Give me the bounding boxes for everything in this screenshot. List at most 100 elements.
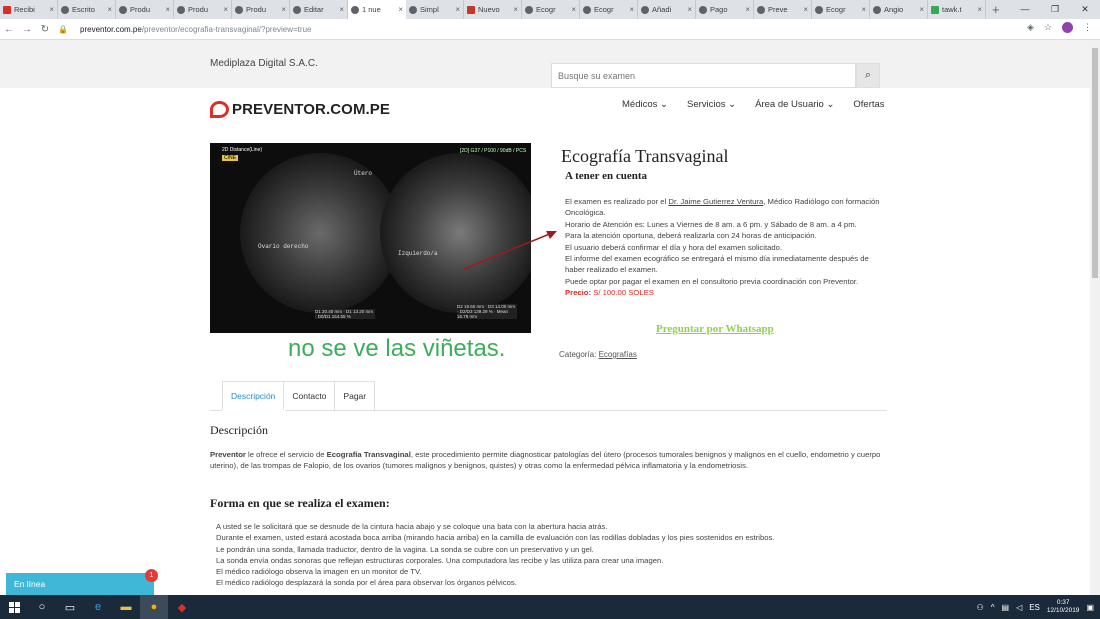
chevron-down-icon: ⌄ [826, 99, 835, 110]
nav-ofertas[interactable]: Ofertas [853, 99, 884, 110]
close-tab-icon[interactable]: × [339, 5, 344, 14]
wordpress-icon [583, 5, 591, 14]
search-input[interactable] [551, 63, 856, 88]
people-icon[interactable]: ⚇ [977, 603, 984, 612]
price-line: Precio: S/ 100.00 SOLES [565, 288, 654, 298]
close-tab-icon[interactable]: × [398, 5, 403, 14]
search-taskbar-icon[interactable]: ○ [28, 595, 56, 619]
tray-chevron-icon[interactable]: ^ [991, 603, 995, 612]
browser-tab[interactable]: Simpl × [406, 0, 464, 19]
reload-icon[interactable]: ↻ [36, 24, 54, 35]
search-icon: ⌕ [864, 69, 872, 81]
browser-tab[interactable]: Nuevo × [464, 0, 522, 19]
nav-medicos[interactable]: Médicos ⌄ [622, 99, 668, 110]
close-tab-icon[interactable]: × [571, 5, 576, 14]
close-tab-icon[interactable]: × [861, 5, 866, 14]
category-line: Categoría: Ecografías [559, 350, 637, 359]
notifications-icon[interactable]: ▣ [1086, 603, 1094, 612]
minimize-icon[interactable]: — [1010, 0, 1040, 19]
bookmark-star-icon[interactable]: ☆ [1044, 22, 1052, 33]
close-tab-icon[interactable]: × [107, 5, 112, 14]
chat-badge: 1 [145, 569, 158, 582]
list-item: El médico radiólogo desplazará la sonda … [216, 578, 517, 588]
browser-tab[interactable]: Produ × [116, 0, 174, 19]
doctor-link[interactable]: Dr. Jaime Gutierrez Ventura [668, 197, 763, 206]
profile-avatar[interactable] [1062, 22, 1073, 33]
start-button[interactable] [0, 595, 28, 619]
url-field[interactable]: preventor.com.pe/preventor/ecografia-tra… [80, 25, 311, 34]
task-view-icon[interactable]: ▭ [56, 595, 84, 619]
browser-tab[interactable]: Escrito × [58, 0, 116, 19]
back-icon[interactable]: ← [0, 24, 18, 35]
tab-descripcion[interactable]: Descripción [222, 381, 285, 410]
browser-tab-active[interactable]: 1 nue × [348, 0, 406, 19]
close-tab-icon[interactable]: × [687, 5, 692, 14]
wordpress-icon [351, 5, 359, 14]
wordpress-icon [525, 5, 533, 14]
close-window-icon[interactable]: ✕ [1070, 0, 1100, 19]
site-logo[interactable]: PREVENTOR.COM.PE [210, 101, 390, 118]
new-tab-button[interactable]: + [992, 0, 1000, 19]
close-tab-icon[interactable]: × [281, 5, 286, 14]
wordpress-icon [61, 5, 69, 14]
browser-tab[interactable]: Angio × [870, 0, 928, 19]
tab-pagar[interactable]: Pagar [334, 381, 376, 410]
lock-icon: 🔒 [58, 24, 68, 34]
network-icon[interactable]: ▤ [1002, 603, 1010, 612]
label-izquierdo: Izquierdo/a [398, 250, 438, 257]
close-tab-icon[interactable]: × [977, 5, 982, 14]
forward-icon[interactable]: → [18, 24, 36, 35]
browser-tab[interactable]: Ecogr × [580, 0, 638, 19]
cine-badge: CINE [222, 155, 238, 161]
close-tab-icon[interactable]: × [919, 5, 924, 14]
wordpress-icon [235, 5, 243, 14]
close-tab-icon[interactable]: × [49, 5, 54, 14]
browser-tab[interactable]: tawk.t × [928, 0, 986, 19]
browser-tab[interactable]: Ecogr × [522, 0, 580, 19]
list-item: La sonda envía ondas sonoras que refleja… [216, 555, 664, 565]
wordpress-icon [641, 5, 649, 14]
tab-contacto[interactable]: Contacto [283, 381, 336, 410]
description-heading: Descripción [210, 423, 268, 437]
browser-tab[interactable]: Preve × [754, 0, 812, 19]
browser-tab[interactable]: Pago × [696, 0, 754, 19]
nav-area-usuario[interactable]: Área de Usuario ⌄ [755, 99, 834, 110]
wordpress-icon [699, 5, 707, 14]
browser-tab[interactable]: Añadi × [638, 0, 696, 19]
browser-tab[interactable]: Produ × [232, 0, 290, 19]
browser-tab[interactable]: Editar × [290, 0, 348, 19]
volume-icon[interactable]: ◁ [1016, 603, 1022, 612]
folder-icon[interactable]: ▬ [112, 595, 140, 619]
close-tab-icon[interactable]: × [803, 5, 808, 14]
clock[interactable]: 0:37 12/10/2019 [1047, 599, 1080, 615]
chat-widget[interactable]: En línea [6, 573, 154, 595]
language-icon[interactable]: ES [1029, 603, 1040, 612]
nav-servicios[interactable]: Servicios ⌄ [687, 99, 736, 110]
wordpress-icon [409, 5, 417, 14]
main-nav: Médicos ⌄ Servicios ⌄ Área de Usuario ⌄ … [622, 99, 885, 110]
close-tab-icon[interactable]: × [629, 5, 634, 14]
category-link[interactable]: Ecografías [599, 350, 637, 359]
close-tab-icon[interactable]: × [165, 5, 170, 14]
scrollbar-thumb[interactable] [1092, 48, 1098, 278]
chrome-icon[interactable]: ● [140, 595, 168, 619]
browser-tab[interactable]: Produ × [174, 0, 232, 19]
close-tab-icon[interactable]: × [513, 5, 518, 14]
menu-dots-icon[interactable]: ⋮ [1083, 22, 1092, 33]
overlay-mode: 2D Distance(Line) [222, 147, 263, 153]
close-tab-icon[interactable]: × [745, 5, 750, 14]
company-name: Mediplaza Digital S.A.C. [210, 58, 318, 69]
whatsapp-link[interactable]: Preguntar por Whatsapp [656, 323, 774, 335]
close-tab-icon[interactable]: × [223, 5, 228, 14]
close-tab-icon[interactable]: × [455, 5, 460, 14]
page-scrollbar[interactable] [1090, 40, 1100, 595]
edge-icon[interactable]: e [84, 595, 112, 619]
restore-icon[interactable]: ❐ [1040, 0, 1070, 19]
app-icon[interactable]: ◆ [168, 595, 196, 619]
product-notes: El examen es realizado por el Dr. Jaime … [565, 196, 883, 299]
search-button[interactable]: ⌕ [856, 63, 880, 88]
browser-tab[interactable]: Ecogr × [812, 0, 870, 19]
browser-tab[interactable]: Recibi × [0, 0, 58, 19]
description-paragraph: Preventor le ofrece el servicio de Ecogr… [210, 450, 881, 471]
extension-icon[interactable]: ◈ [1027, 22, 1034, 33]
